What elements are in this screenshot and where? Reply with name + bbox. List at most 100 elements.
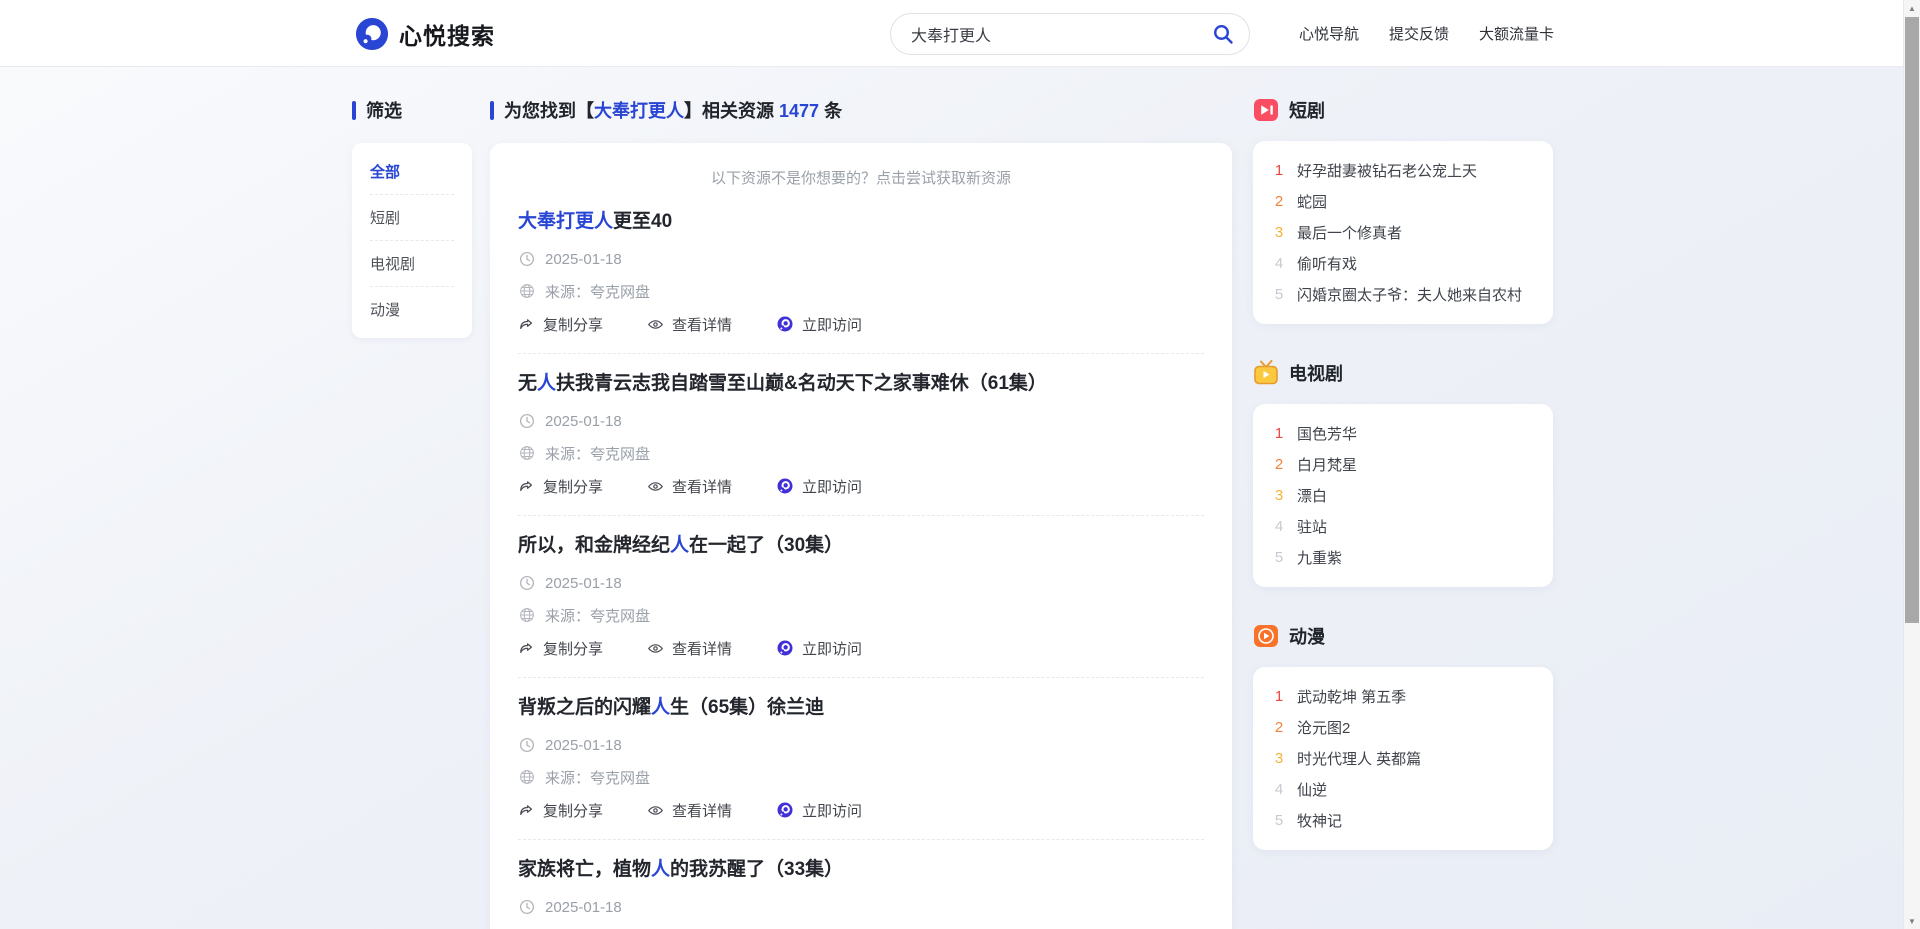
visit-now-button[interactable]: 立即访问 [776, 638, 862, 659]
view-details-button[interactable]: 查看详情 [647, 314, 732, 335]
clock-icon [518, 574, 536, 592]
result-title[interactable]: 所以，和金牌经纪人在一起了（30集） [518, 532, 1204, 559]
rank-item[interactable]: 3时光代理人 英都篇 [1273, 743, 1533, 774]
copy-share-button-label: 复制分享 [543, 800, 603, 821]
view-details-button[interactable]: 查看详情 [647, 476, 732, 497]
clock-icon [518, 412, 536, 430]
rank-number: 3 [1273, 224, 1285, 241]
view-details-button[interactable]: 查看详情 [647, 800, 732, 821]
rank-item[interactable]: 5九重紫 [1273, 542, 1533, 573]
view-details-button[interactable]: 查看详情 [647, 638, 732, 659]
copy-share-button[interactable]: 复制分享 [518, 476, 603, 497]
rank-label: 仙逆 [1297, 779, 1327, 800]
search-bar [890, 13, 1250, 55]
rank-item[interactable]: 2白月梵星 [1273, 449, 1533, 480]
rank-label: 国色芳华 [1297, 423, 1357, 444]
heading-bar [352, 101, 356, 120]
visit-now-button[interactable]: 立即访问 [776, 800, 862, 821]
nav-link-feedback[interactable]: 提交反馈 [1389, 23, 1449, 44]
visit-now-button[interactable]: 立即访问 [776, 476, 862, 497]
search-button[interactable] [1209, 20, 1237, 48]
tv-icon [1253, 360, 1279, 386]
rank-section-电视剧: 电视剧1国色芳华2白月梵星3漂白4驻站5九重紫 [1253, 360, 1553, 587]
result-item: 背叛之后的闪耀人生（65集）徐兰迪2025-01-18来源：夸克网盘复制分享查看… [518, 678, 1204, 840]
rank-label: 最后一个修真者 [1297, 222, 1402, 243]
visit-now-button[interactable]: 立即访问 [776, 314, 862, 335]
quark-icon [776, 477, 794, 495]
rank-item[interactable]: 4偷听有戏 [1273, 248, 1533, 279]
visit-now-button-label: 立即访问 [802, 638, 862, 659]
clock-icon [518, 898, 536, 916]
copy-share-button[interactable]: 复制分享 [518, 638, 603, 659]
refresh-notice[interactable]: 以下资源不是你想要的？点击尝试获取新资源 [518, 165, 1204, 192]
rank-number: 3 [1273, 487, 1285, 504]
rank-label: 牧神记 [1297, 810, 1342, 831]
rank-number: 1 [1273, 162, 1285, 179]
globe-icon [518, 768, 536, 786]
rank-section-title: 动漫 [1253, 623, 1553, 649]
logo[interactable]: 心悦搜索 [355, 0, 495, 67]
rank-item[interactable]: 3 最后一个修真者 [1273, 217, 1533, 248]
eye-icon [647, 640, 664, 657]
rank-number: 1 [1273, 688, 1285, 705]
rank-number: 3 [1273, 750, 1285, 767]
rank-item[interactable]: 1武动乾坤 第五季 [1273, 681, 1533, 712]
scrollbar-up-arrow[interactable]: ▲ [1904, 0, 1920, 16]
rank-label: 好孕甜妻被钻石老公宠上天 [1297, 160, 1477, 181]
nav-link-navigation[interactable]: 心悦导航 [1299, 23, 1359, 44]
rank-item[interactable]: 3 漂白 [1273, 480, 1533, 511]
search-input[interactable] [911, 25, 1209, 43]
rank-item[interactable]: 5闪婚京圈太子爷：夫人她来自农村 [1273, 279, 1533, 310]
logo-icon [355, 17, 389, 51]
scrollbar[interactable]: ▲ ▼ [1903, 0, 1920, 929]
result-actions: 复制分享 查看详情 立即访问 [518, 637, 1204, 659]
rank-number: 4 [1273, 518, 1285, 535]
rank-number: 2 [1273, 719, 1285, 736]
rank-number: 2 [1273, 456, 1285, 473]
copy-share-button[interactable]: 复制分享 [518, 314, 603, 335]
rank-label: 沧元图2 [1297, 717, 1350, 738]
rank-section-title: 短剧 [1253, 97, 1553, 123]
rank-item[interactable]: 2 沧元图2 [1273, 712, 1533, 743]
rank-item[interactable]: 1 好孕甜妻被钻石老公宠上天 [1273, 155, 1533, 186]
result-title[interactable]: 背叛之后的闪耀人生（65集）徐兰迪 [518, 694, 1204, 721]
filter-item-短剧[interactable]: 短剧 [370, 195, 454, 241]
rank-label: 漂白 [1297, 485, 1327, 506]
filter-item-动漫[interactable]: 动漫 [370, 287, 454, 332]
rank-item[interactable]: 4仙逆 [1273, 774, 1533, 805]
rank-item[interactable]: 1国色芳华 [1273, 418, 1533, 449]
clock-icon [518, 736, 536, 754]
view-details-button-label: 查看详情 [672, 476, 732, 497]
view-details-button-label: 查看详情 [672, 314, 732, 335]
visit-now-button-label: 立即访问 [802, 314, 862, 335]
scrollbar-thumb[interactable] [1905, 17, 1919, 623]
result-source-row: 来源：夸克网盘 [518, 605, 1204, 625]
result-title[interactable]: 大奉打更人更至40 [518, 208, 1204, 235]
filter-item-电视剧[interactable]: 电视剧 [370, 241, 454, 287]
eye-icon [647, 316, 664, 333]
share-icon [518, 640, 535, 657]
scrollbar-down-arrow[interactable]: ▼ [1904, 913, 1920, 929]
result-title[interactable]: 家族将亡，植物人的我苏醒了（33集） [518, 856, 1204, 883]
rank-item[interactable]: 4驻站 [1273, 511, 1533, 542]
nav-link-data-card[interactable]: 大额流量卡 [1479, 23, 1554, 44]
result-source-row: 来源：夸克网盘 [518, 767, 1204, 787]
result-date-row: 2025-01-18 [518, 411, 1204, 431]
rank-item[interactable]: 2蛇园 [1273, 186, 1533, 217]
anime-icon [1253, 623, 1279, 649]
filter-title: 筛选 [352, 97, 472, 123]
result-date: 2025-01-18 [545, 899, 622, 916]
filter-item-全部[interactable]: 全部 [370, 149, 454, 195]
results-list: 大奉打更人更至402025-01-18来源：夸克网盘复制分享查看详情立即访问无人… [518, 192, 1204, 929]
rank-number: 5 [1273, 549, 1285, 566]
share-icon [518, 478, 535, 495]
copy-share-button[interactable]: 复制分享 [518, 800, 603, 821]
result-source-row: 来源：夸克网盘 [518, 443, 1204, 463]
result-source: 来源：夸克网盘 [545, 443, 650, 464]
result-title[interactable]: 无人扶我青云志我自踏雪至山巅&名动天下之家事难休（61集） [518, 370, 1204, 397]
view-details-button-label: 查看详情 [672, 638, 732, 659]
quark-icon [776, 639, 794, 657]
rank-item[interactable]: 5牧神记 [1273, 805, 1533, 836]
rank-number: 2 [1273, 193, 1285, 210]
result-date: 2025-01-18 [545, 575, 622, 592]
